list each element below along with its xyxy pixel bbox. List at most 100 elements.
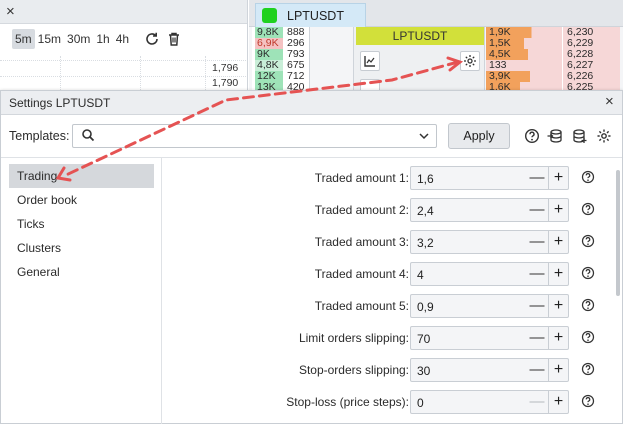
dialog-title-bar: Settings LPTUSDT × [1,91,622,115]
chart-title-bar: × [0,0,247,24]
decrement-button[interactable]: — [527,359,547,381]
timeframe-1h[interactable]: 1h [93,29,112,49]
gear-icon [464,55,476,67]
help-icon[interactable] [581,298,595,312]
increment-button[interactable]: + [548,359,568,381]
nav-item-clusters[interactable]: Clusters [9,236,154,260]
number-stepper: 0,9 — + [410,294,569,318]
decrement-button[interactable]: — [527,199,547,221]
number-stepper: 4 — + [410,262,569,286]
chart-close-button[interactable]: × [6,3,15,20]
increment-button[interactable]: + [548,231,568,253]
increment-button[interactable]: + [548,327,568,349]
timeframe-5m[interactable]: 5m [12,29,35,49]
settings-nav: Trading Order book Ticks Clusters General [9,164,154,284]
nav-item-ticks[interactable]: Ticks [9,212,154,236]
setting-row: Traded amount 1: 1,6 — + [163,166,615,190]
nav-item-trading[interactable]: Trading [9,164,154,188]
order-book-column: 1,9K 6,230 1,5K 6,229 4,5K 6,228 133 6,227 3,9K 6… [486,27,620,96]
help-icon[interactable] [581,394,595,408]
number-input[interactable]: 0,9 [417,300,434,314]
help-icon[interactable] [581,202,595,216]
increment-button[interactable]: + [548,391,568,413]
tab-label: LPTUSDT [287,8,344,23]
help-icon[interactable] [581,170,595,184]
number-input[interactable]: 0 [417,396,424,410]
setting-row: Traded amount 2: 2,4 — + [163,198,615,222]
setting-row: Traded amount 4: 4 — + [163,262,615,286]
timeframe-bar: 5m 15m 30m 1h 4h [0,28,182,50]
help-icon[interactable] [581,266,595,280]
help-icon[interactable] [524,128,540,144]
nav-item-general[interactable]: General [9,260,154,284]
screen: × 5m 15m 30m 1h 4h 1,796 1,790 LPTUSDT 9… [0,0,623,424]
chart-gridline [0,76,246,77]
instrument-title: LPTUSDT [356,27,484,45]
setting-label: Traded amount 4: [314,267,409,281]
setting-row: Traded amount 5: 0,9 — + [163,294,615,318]
trades-volume-column: 9,8K 888 6,9K 296 9K 793 4,8K 675 12K 712 13K 420 [252,27,310,96]
save-template-icon[interactable] [572,128,588,144]
timeframe-30m[interactable]: 30m [64,29,93,49]
number-input[interactable]: 2,4 [417,204,434,218]
dom-window: LPTUSDT 9,8K 888 6,9K 296 9K 793 4,8K 675 12K 712… [249,0,623,96]
number-stepper: 0 — + [410,390,569,414]
settings-button[interactable] [460,51,480,71]
refresh-icon[interactable] [144,31,160,47]
setting-row: Limit orders slipping: 70 — + [163,326,615,350]
setting-label: Traded amount 5: [314,299,409,313]
settings-dialog: Settings LPTUSDT × Templates: Apply Trad… [0,90,623,424]
number-stepper: 2,4 — + [410,198,569,222]
setting-label: Stop-loss (price steps): [286,395,409,409]
tab-lptusdt[interactable]: LPTUSDT [255,3,366,27]
dialog-close-button[interactable]: × [605,93,614,111]
decrement-button[interactable]: — [527,263,547,285]
setting-label: Traded amount 3: [314,235,409,249]
templates-row: Templates: Apply [1,121,622,151]
decrement-button[interactable]: — [527,167,547,189]
chart-link-button[interactable] [360,51,380,71]
timeframe-4h[interactable]: 4h [113,29,132,49]
chart-window: × 5m 15m 30m 1h 4h 1,796 1,790 [0,0,248,96]
chart-gridline [0,60,246,61]
decrement-button[interactable]: — [527,295,547,317]
help-icon[interactable] [581,330,595,344]
increment-button[interactable]: + [548,295,568,317]
trading-settings-form: Traded amount 1: 1,6— + Traded amount 2: 2,4… [163,164,615,424]
number-input[interactable]: 1,6 [417,172,434,186]
setting-label: Stop-orders slipping: [298,363,409,377]
templates-select[interactable] [72,124,437,148]
number-input[interactable]: 3,2 [417,236,434,250]
nav-item-order-book[interactable]: Order book [9,188,154,212]
setting-row: Stop-loss (price steps): 0 — + [163,390,615,414]
search-icon [82,129,95,142]
templates-label: Templates: [9,129,70,143]
dom-tab-bar: LPTUSDT [249,0,623,27]
add-chart-icon [364,56,375,67]
gear-icon[interactable] [596,128,612,144]
divider [1,157,622,158]
trash-icon[interactable] [166,31,182,47]
decrement-button[interactable]: — [527,327,547,349]
setting-label: Limit orders slipping: [298,331,409,345]
price-axis-label: 1,796 [212,62,239,74]
setting-row: Stop-orders slipping: 30 — + [163,358,615,382]
setting-label: Traded amount 2: [314,203,409,217]
import-template-icon[interactable] [547,128,563,144]
increment-button[interactable]: + [548,167,568,189]
increment-button[interactable]: + [548,263,568,285]
apply-button[interactable]: Apply [448,123,510,149]
dom-control-column: LPTUSDT [353,27,485,96]
timeframe-15m[interactable]: 15m [35,29,64,49]
help-icon[interactable] [581,234,595,248]
decrement-button[interactable]: — [527,391,547,413]
increment-button[interactable]: + [548,199,568,221]
setting-row: Traded amount 3: 3,2 — + [163,230,615,254]
number-input[interactable]: 70 [417,332,430,346]
decrement-button[interactable]: — [527,231,547,253]
help-icon[interactable] [581,362,595,376]
number-input[interactable]: 30 [417,364,430,378]
number-input[interactable]: 4 [417,268,424,282]
number-stepper: 70 — + [410,326,569,350]
scrollbar-thumb[interactable] [616,170,620,296]
